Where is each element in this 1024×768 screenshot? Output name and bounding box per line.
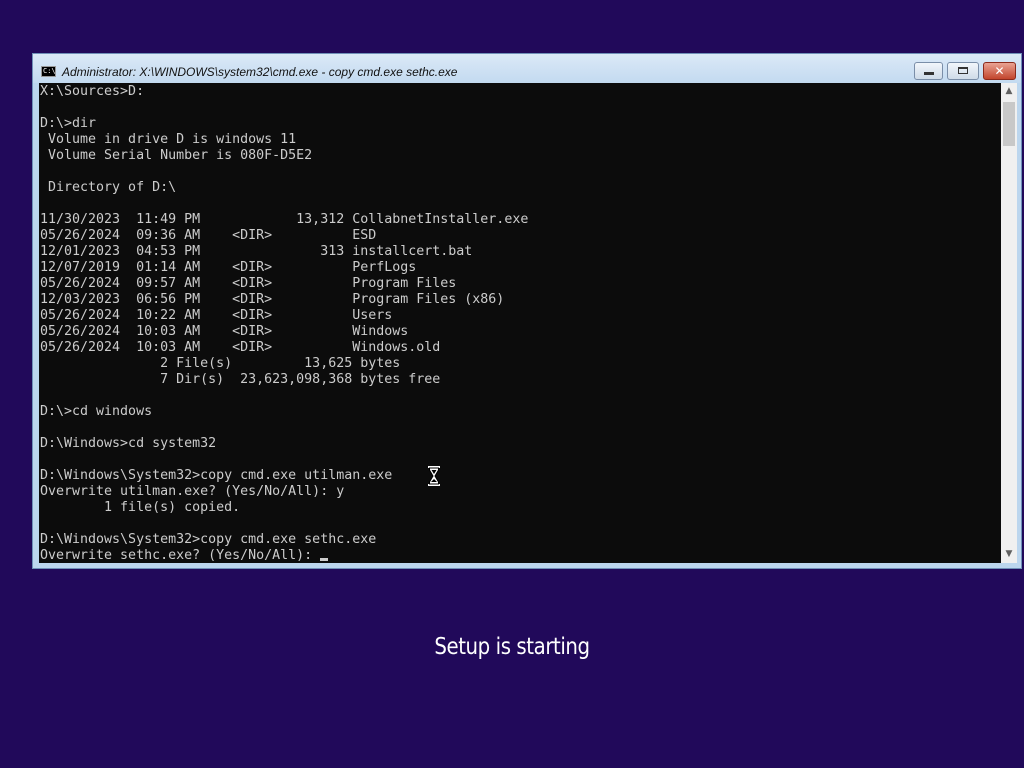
- console-line: Volume in drive D is windows 11: [40, 132, 297, 147]
- vertical-scrollbar[interactable]: ▲ ▼: [1001, 83, 1017, 563]
- console-line: 05/26/2024 09:57 AM <DIR> Program Files: [40, 276, 457, 291]
- console-line: Volume Serial Number is 080F-D5E2: [40, 148, 313, 163]
- scroll-down-arrow-icon[interactable]: ▼: [1001, 546, 1017, 563]
- title-bar[interactable]: C:\ Administrator: X:\WINDOWS\system32\c…: [33, 54, 1021, 83]
- console-output[interactable]: X:\Sources>D: D:\>dir Volume in drive D i…: [39, 83, 1001, 563]
- console-line: 05/26/2024 10:03 AM <DIR> Windows.old: [40, 340, 441, 355]
- setup-status-text: Setup is starting: [434, 634, 590, 660]
- console-line: 05/26/2024 09:36 AM <DIR> ESD: [40, 228, 377, 243]
- console-line: D:\Windows\System32>copy cmd.exe utilman…: [40, 468, 393, 483]
- console-line: 12/03/2023 06:56 PM <DIR> Program Files …: [40, 292, 505, 307]
- cmd-window[interactable]: C:\ Administrator: X:\WINDOWS\system32\c…: [32, 53, 1022, 569]
- close-icon: ✕: [994, 64, 1005, 78]
- close-button[interactable]: ✕: [983, 62, 1016, 80]
- console-line: X:\Sources>D:: [40, 84, 145, 99]
- console-line: D:\>cd windows: [40, 404, 153, 419]
- console-line: 12/07/2019 01:14 AM <DIR> PerfLogs: [40, 260, 417, 275]
- minimize-icon: [924, 72, 934, 75]
- scroll-up-arrow-icon[interactable]: ▲: [1001, 83, 1017, 100]
- console-line: 05/26/2024 10:03 AM <DIR> Windows: [40, 324, 409, 339]
- console-line: D:\Windows\System32>copy cmd.exe sethc.e…: [40, 532, 377, 547]
- text-cursor: [320, 558, 329, 561]
- scrollbar-thumb[interactable]: [1003, 102, 1015, 146]
- console-line: 2 File(s) 13,625 bytes: [40, 356, 401, 371]
- console-line: D:\>dir: [40, 116, 97, 131]
- console-line: 12/01/2023 04:53 PM 313 installcert.bat: [40, 244, 473, 259]
- console-line: Directory of D:\: [40, 180, 177, 195]
- cmd-app-icon-label: C:\: [43, 67, 56, 75]
- maximize-button[interactable]: [947, 62, 979, 80]
- cmd-app-icon[interactable]: C:\: [41, 66, 56, 77]
- console-line: Overwrite utilman.exe? (Yes/No/All): y: [40, 484, 345, 499]
- console-lines: X:\Sources>D: D:\>dir Volume in drive D i…: [40, 84, 528, 563]
- window-title: Administrator: X:\WINDOWS\system32\cmd.e…: [62, 65, 458, 79]
- hourglass-cursor-icon: [428, 466, 440, 486]
- console-line: 1 file(s) copied.: [40, 500, 241, 515]
- console-line: 11/30/2023 11:49 PM 13,312 CollabnetInst…: [40, 212, 529, 227]
- console-line: 05/26/2024 10:22 AM <DIR> Users: [40, 308, 393, 323]
- console-line: D:\Windows>cd system32: [40, 436, 217, 451]
- console-line: 7 Dir(s) 23,623,098,368 bytes free: [40, 372, 441, 387]
- maximize-icon: [958, 67, 968, 74]
- console-line: Overwrite sethc.exe? (Yes/No/All):: [40, 548, 528, 563]
- minimize-button[interactable]: [914, 62, 943, 80]
